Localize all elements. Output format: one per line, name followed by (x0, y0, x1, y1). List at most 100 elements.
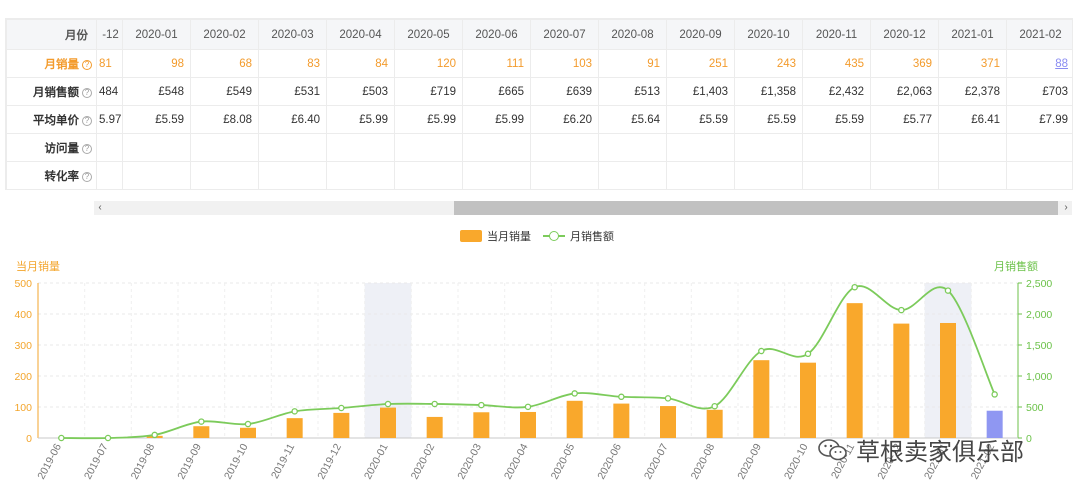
help-icon[interactable]: ? (82, 171, 92, 182)
line-point[interactable] (944, 287, 952, 294)
table-cell (802, 161, 871, 189)
line-point[interactable] (898, 306, 905, 314)
left-axis-tick-label: 100 (14, 402, 32, 414)
line-point[interactable] (664, 395, 672, 402)
month-header-cell: 2020-10 (734, 19, 803, 50)
table-cell: £549 (190, 77, 259, 106)
x-axis-tick-label: 2020-10 (782, 442, 811, 482)
table-cell (326, 161, 395, 189)
bar[interactable] (893, 323, 910, 438)
table-cell (1006, 133, 1072, 162)
scroll-left-arrow-icon[interactable]: ‹ (94, 201, 106, 215)
bar[interactable] (473, 412, 490, 438)
legend-line-swatch-icon[interactable] (543, 230, 565, 242)
bar[interactable] (613, 403, 630, 438)
line-point[interactable] (104, 434, 112, 442)
bar[interactable] (566, 400, 583, 438)
table-row: 平均单价? 5.97 £5.59 £8.08 £6.40 £5.99 £5.99 £5.99 £… (6, 105, 1072, 134)
table-cell: £5.59 (122, 105, 191, 134)
scrollbar-thumb[interactable] (454, 201, 1058, 215)
left-axis-tick-label: 0 (26, 433, 32, 445)
line-point[interactable] (758, 347, 765, 355)
bar[interactable] (286, 418, 303, 438)
bar[interactable] (193, 426, 210, 438)
table-cell: £6.41 (938, 105, 1007, 134)
month-header-cell: 月份 (6, 19, 97, 50)
table-cell[interactable]: 88 (1006, 49, 1072, 78)
line-point[interactable] (338, 404, 345, 412)
line-point[interactable] (431, 400, 438, 408)
table-cell (802, 133, 871, 162)
left-axis-title: 当月销量 (16, 259, 60, 273)
table-cell (666, 133, 735, 162)
line-point[interactable] (478, 401, 485, 409)
table-cell: £548 (122, 77, 191, 106)
bar[interactable] (706, 409, 723, 438)
line-point[interactable] (851, 283, 858, 291)
bar[interactable] (940, 322, 956, 438)
table-cell: 103 (530, 49, 599, 78)
line-point[interactable] (618, 393, 625, 401)
line-point[interactable] (524, 403, 532, 411)
bar[interactable] (753, 360, 770, 438)
bar[interactable] (846, 303, 863, 438)
table-cell: 84 (326, 49, 395, 78)
line-point[interactable] (291, 408, 298, 415)
month-header-cell: 2021-01 (938, 19, 1007, 50)
table-cell: £8.08 (190, 105, 259, 134)
line-point[interactable] (804, 350, 812, 358)
legend-bar-label[interactable]: 当月销量 (487, 228, 531, 244)
bar[interactable] (426, 416, 443, 438)
right-axis-tick-label: 2,500 (1026, 278, 1052, 290)
help-icon[interactable]: ? (82, 143, 92, 154)
line-point[interactable] (244, 420, 252, 428)
left-axis-tick-label: 500 (14, 278, 32, 290)
help-icon[interactable]: ? (82, 59, 92, 70)
x-axis-tick-label: 2019-06 (35, 442, 64, 482)
legend-bar-swatch-icon[interactable] (460, 230, 482, 242)
table-cell: 83 (258, 49, 327, 78)
table-horizontal-scrollbar[interactable]: ‹ › (94, 201, 1072, 215)
table-cell: £2,432 (802, 77, 871, 106)
line-point[interactable] (384, 400, 392, 408)
left-axis-tick-label: 400 (14, 309, 32, 321)
table-cell: £503 (326, 77, 395, 106)
line-point[interactable] (58, 434, 65, 442)
line-point[interactable] (711, 402, 718, 410)
month-header-cell: 2020-06 (462, 19, 531, 50)
watermark: 草根卖家俱乐部 (818, 432, 1024, 467)
row-label-cell: 访问量? (6, 133, 97, 162)
line-point[interactable] (151, 431, 158, 439)
table-cell: £6.20 (530, 105, 599, 134)
x-axis-tick-label: 2019-11 (269, 442, 297, 481)
table-cell: £7.99 (1006, 105, 1072, 134)
bar[interactable] (333, 412, 350, 438)
bar[interactable] (240, 427, 256, 438)
table-cell: 120 (394, 49, 463, 78)
x-axis-tick-label: 2020-07 (642, 442, 671, 482)
table-cell-partial: 5.97 (96, 105, 123, 134)
table-cell (462, 161, 531, 189)
bar[interactable] (520, 411, 536, 438)
help-icon[interactable]: ? (82, 115, 92, 126)
line-point[interactable] (198, 418, 205, 425)
table-cell-partial (96, 133, 123, 162)
legend-line-label[interactable]: 月销售额 (570, 228, 614, 244)
bar[interactable] (380, 407, 396, 438)
line-point[interactable] (991, 391, 998, 398)
line-point[interactable] (571, 390, 578, 397)
right-axis-tick-label: 1,500 (1026, 340, 1052, 352)
table-cell-partial: 484 (96, 77, 123, 106)
x-axis-tick-label: 2019-10 (222, 442, 251, 482)
x-axis-tick-label: 2019-07 (82, 442, 111, 482)
x-axis-tick-label: 2020-09 (735, 442, 764, 482)
scroll-right-arrow-icon[interactable]: › (1060, 201, 1072, 215)
help-icon[interactable]: ? (82, 87, 92, 98)
bar[interactable] (800, 362, 816, 438)
x-axis-tick-label: 2020-08 (689, 442, 718, 482)
bar[interactable] (660, 406, 676, 438)
x-axis-tick-label: 2020-06 (595, 442, 624, 482)
table-cell (258, 161, 327, 189)
month-header-cell: 2021-02 (1006, 19, 1072, 50)
table-cell: £5.77 (870, 105, 939, 134)
